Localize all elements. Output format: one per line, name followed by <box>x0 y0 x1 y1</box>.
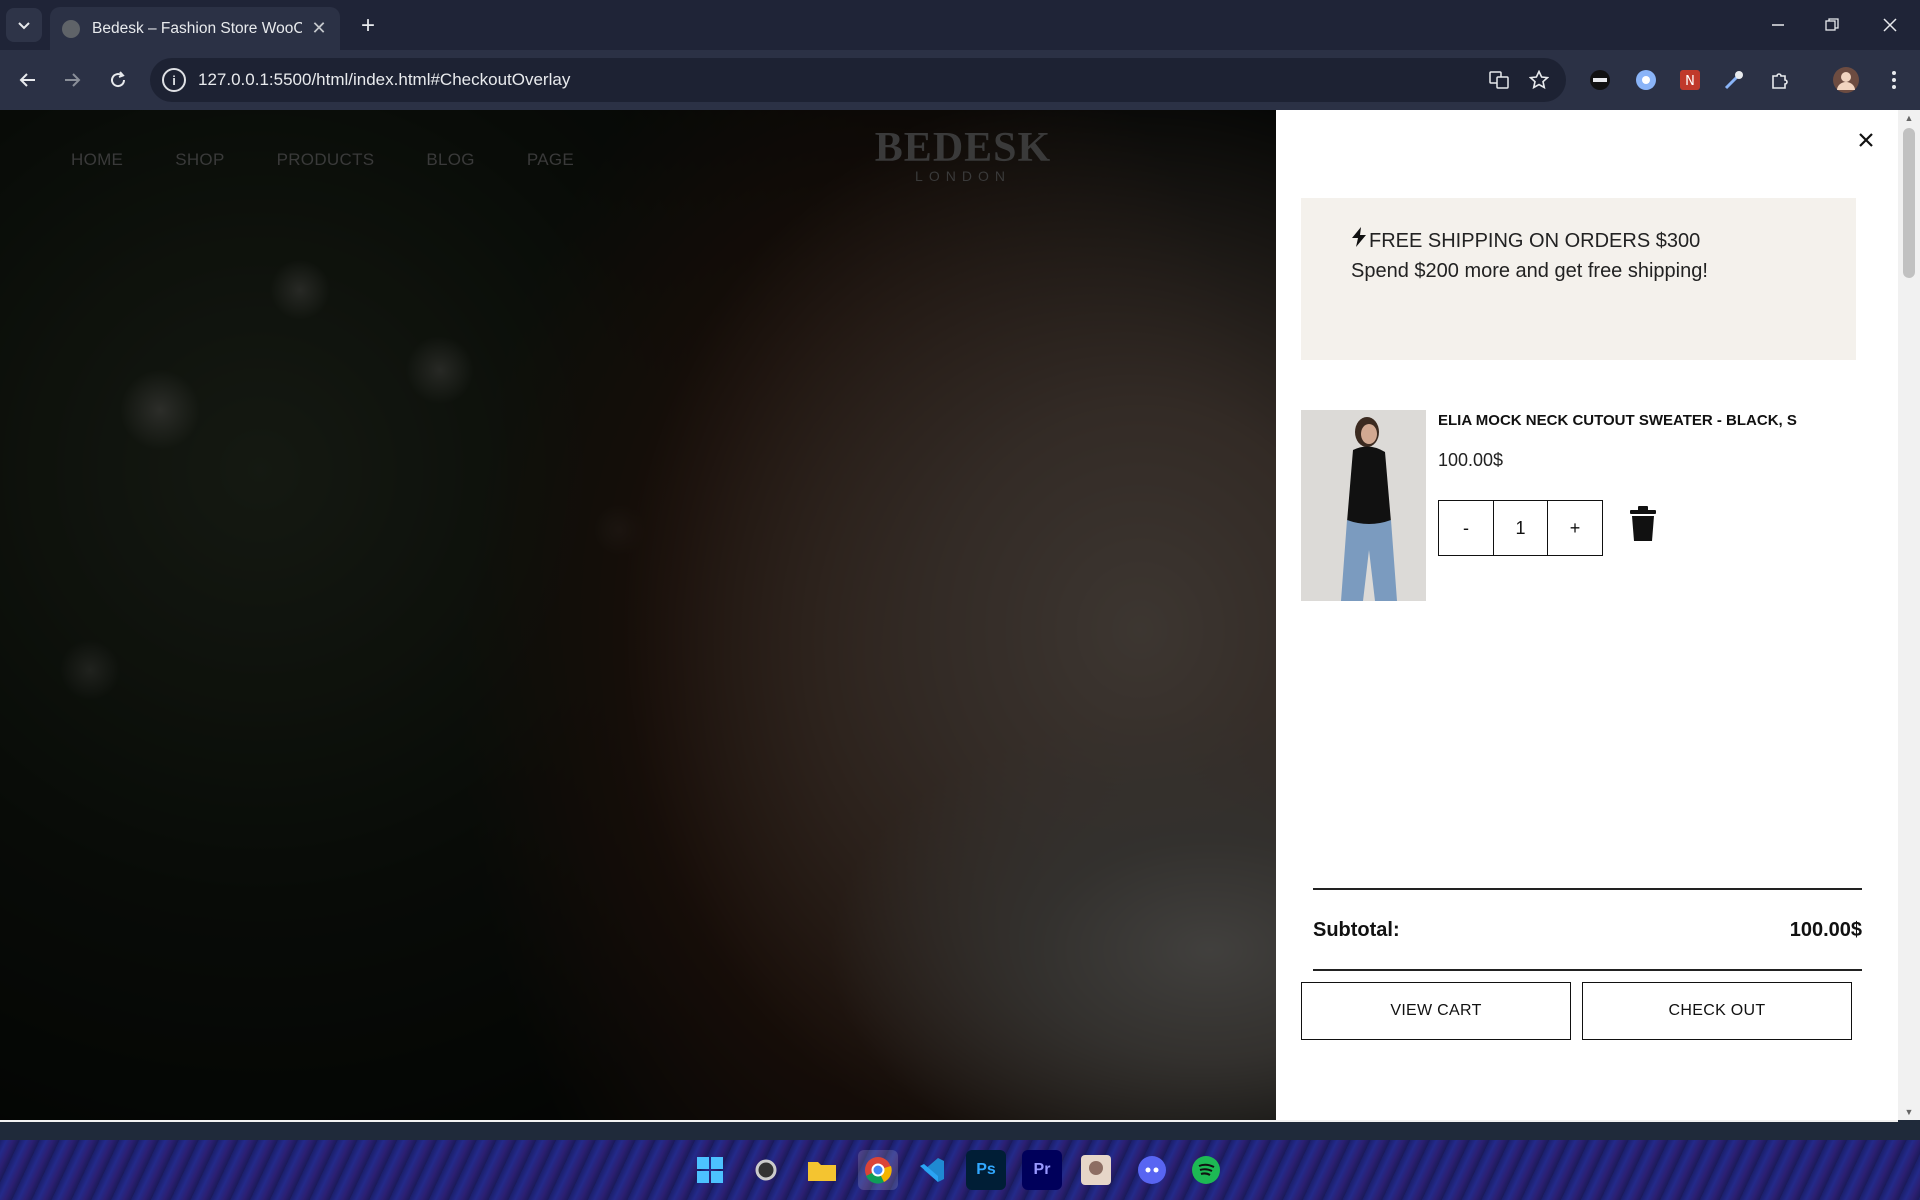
arrow-right-icon <box>65 73 81 87</box>
close-icon <box>1859 133 1873 147</box>
search-icon[interactable] <box>746 1150 786 1190</box>
browser-tab-bar: Bedesk – Fashion Store WooCommerce ✕ + <box>0 0 1920 50</box>
scroll-down-icon[interactable]: ▼ <box>1898 1104 1920 1120</box>
chevron-down-icon <box>18 22 30 30</box>
divider <box>1313 969 1862 971</box>
nav-shop[interactable]: SHOP <box>175 150 224 170</box>
page-viewport: HOME SHOP PRODUCTS BLOG PAGE BEDESK LOND… <box>0 110 1920 1122</box>
translate-icon[interactable] <box>1486 67 1512 93</box>
restore-button[interactable] <box>1810 8 1854 42</box>
overlay-backdrop[interactable]: HOME SHOP PRODUCTS BLOG PAGE BEDESK LOND… <box>0 110 1276 1120</box>
shipping-message: Spend $200 more and get free shipping! <box>1351 260 1708 282</box>
cart-drawer: FREE SHIPPING ON ORDERS $300 Spend $200 … <box>1276 110 1898 1120</box>
nav-home[interactable]: HOME <box>71 150 123 170</box>
close-window-button[interactable] <box>1868 8 1912 42</box>
site-nav: HOME SHOP PRODUCTS BLOG PAGE <box>71 150 574 170</box>
quantity-increase-button[interactable]: + <box>1547 500 1603 556</box>
profile-avatar[interactable] <box>1830 64 1862 96</box>
nav-page[interactable]: PAGE <box>527 150 574 170</box>
menu-kebab-icon[interactable] <box>1878 64 1910 96</box>
close-icon <box>1883 18 1897 32</box>
horizontal-scrollbar[interactable]: ◀ ▶ <box>0 1120 1898 1122</box>
windows-start-icon[interactable] <box>690 1150 730 1190</box>
logo-main: BEDESK <box>874 125 1052 171</box>
scroll-thumb[interactable] <box>1903 128 1915 278</box>
lightning-icon <box>1351 226 1369 256</box>
trash-icon <box>1630 506 1656 541</box>
reload-icon <box>111 71 126 88</box>
view-cart-button[interactable]: VIEW CART <box>1301 982 1571 1040</box>
address-bar[interactable]: i 127.0.0.1:5500/html/index.html#Checkou… <box>150 58 1566 102</box>
divider <box>1313 888 1862 890</box>
close-tab-icon[interactable]: ✕ <box>310 18 328 39</box>
subtotal-label: Subtotal: <box>1313 919 1400 941</box>
url-text[interactable]: 127.0.0.1:5500/html/index.html#CheckoutO… <box>198 70 1486 90</box>
vertical-scrollbar[interactable]: ▲ ▼ <box>1898 110 1920 1120</box>
checkout-button[interactable]: CHECK OUT <box>1582 982 1852 1040</box>
quantity-input[interactable]: 1 <box>1492 500 1549 556</box>
site-info-icon[interactable]: i <box>162 68 186 92</box>
photoshop-icon[interactable]: Ps <box>966 1150 1006 1190</box>
tab-title: Bedesk – Fashion Store WooCommerce <box>92 19 302 37</box>
spotify-icon[interactable] <box>1186 1150 1226 1190</box>
extension-icon[interactable] <box>1584 64 1616 96</box>
nav-products[interactable]: PRODUCTS <box>277 150 375 170</box>
os-taskbar: Ps Pr <box>0 1140 1920 1200</box>
product-price: 100.00$ <box>1438 450 1504 470</box>
scroll-left-icon[interactable]: ◀ <box>0 1120 16 1123</box>
minimize-icon <box>1772 24 1784 26</box>
scroll-right-icon[interactable]: ▶ <box>1882 1120 1898 1123</box>
premiere-icon[interactable]: Pr <box>1022 1150 1062 1190</box>
nav-blog[interactable]: BLOG <box>426 150 474 170</box>
shipping-title: FREE SHIPPING ON ORDERS $300 <box>1369 230 1701 252</box>
remove-item-button[interactable] <box>1628 506 1658 542</box>
product-name[interactable]: ELIA MOCK NECK CUTOUT SWEATER - BLACK, S <box>1438 412 1797 429</box>
svg-text:N: N <box>1685 74 1695 89</box>
reload-button[interactable] <box>102 64 134 96</box>
product-thumbnail[interactable] <box>1301 410 1426 601</box>
bookmark-star-icon[interactable] <box>1526 67 1552 93</box>
back-button[interactable] <box>12 64 44 96</box>
browser-tab[interactable]: Bedesk – Fashion Store WooCommerce ✕ <box>50 7 340 50</box>
free-shipping-banner: FREE SHIPPING ON ORDERS $300 Spend $200 … <box>1301 198 1856 360</box>
restore-icon <box>1825 18 1839 31</box>
extensions-puzzle-icon[interactable] <box>1764 64 1796 96</box>
globe-icon <box>62 19 80 38</box>
minimize-button[interactable] <box>1756 8 1800 42</box>
quantity-decrease-button[interactable]: - <box>1438 500 1494 556</box>
product-photo <box>1301 410 1426 601</box>
close-cart-button[interactable] <box>1852 126 1880 154</box>
forward-button[interactable] <box>56 64 88 96</box>
site-logo[interactable]: BEDESK LONDON <box>868 124 1058 184</box>
new-tab-button[interactable]: + <box>352 10 384 42</box>
tab-search-dropdown[interactable] <box>6 8 42 42</box>
scroll-up-icon[interactable]: ▲ <box>1898 110 1920 126</box>
chrome-icon[interactable] <box>858 1150 898 1190</box>
extension-icon[interactable]: N <box>1674 64 1706 96</box>
file-explorer-icon[interactable] <box>802 1150 842 1190</box>
extension-icon[interactable] <box>1630 64 1662 96</box>
eyedropper-icon[interactable] <box>1718 64 1750 96</box>
subtotal-value: 100.00$ <box>1789 919 1862 941</box>
arrow-left-icon <box>19 73 35 87</box>
browser-toolbar: i 127.0.0.1:5500/html/index.html#Checkou… <box>0 50 1920 110</box>
game-app-icon[interactable] <box>1076 1150 1116 1190</box>
quantity-stepper: - 1 + <box>1438 500 1603 556</box>
vscode-icon[interactable] <box>912 1150 952 1190</box>
discord-icon[interactable] <box>1132 1150 1172 1190</box>
